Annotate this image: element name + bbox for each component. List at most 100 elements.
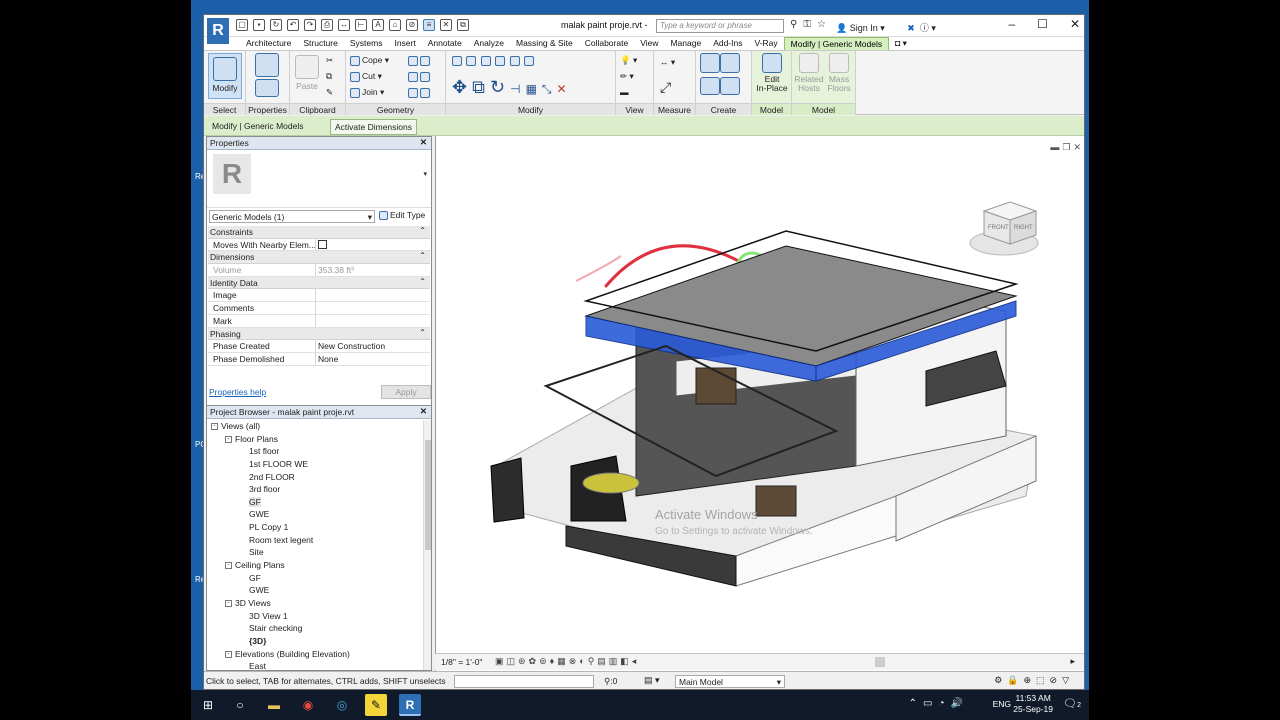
- browser-tree-item[interactable]: {3D}: [207, 636, 431, 649]
- file-explorer-icon[interactable]: ▬: [263, 694, 285, 716]
- measure-distance-icon[interactable]: ↔ ▾: [660, 57, 675, 68]
- geometry-tools-icon[interactable]: [408, 71, 432, 82]
- cope-button[interactable]: Cope ▾: [350, 55, 389, 66]
- revit-taskbar-icon[interactable]: R: [399, 694, 421, 716]
- measure-icon[interactable]: ↔: [338, 19, 350, 31]
- join-button[interactable]: Join ▾: [350, 87, 384, 98]
- modify-tools-row[interactable]: [452, 55, 536, 66]
- property-value[interactable]: New Construction: [316, 340, 430, 352]
- tab-systems[interactable]: Systems: [344, 37, 389, 50]
- cut-geometry-button[interactable]: Cut ▾: [350, 71, 382, 82]
- collapse-icon[interactable]: ⌃: [419, 328, 426, 337]
- browser-tree-item[interactable]: 1st FLOOR WE: [207, 459, 431, 472]
- browser-tree-item[interactable]: 2nd FLOOR: [207, 472, 431, 485]
- scrollbar-thumb[interactable]: [425, 440, 431, 550]
- sign-in-button[interactable]: 👤 Sign In ▾ ✖ ⓘ ▾: [836, 21, 936, 34]
- properties-button[interactable]: [255, 79, 279, 99]
- tab-massing-site[interactable]: Massing & Site: [510, 37, 579, 50]
- dimension-tool-icon[interactable]: ⤢: [660, 79, 671, 96]
- save-icon[interactable]: ▪: [253, 19, 265, 31]
- tab-collaborate[interactable]: Collaborate: [579, 37, 634, 50]
- viewcube[interactable]: FRONT RIGHT: [969, 201, 1039, 256]
- revit-logo-button[interactable]: R: [207, 18, 229, 44]
- chevron-down-icon[interactable]: ▾: [423, 170, 427, 178]
- clock[interactable]: 11:53 AM 25-Sep-19: [1013, 693, 1053, 715]
- browser-tree-item[interactable]: - Floor Plans: [207, 434, 431, 447]
- search-icon[interactable]: ○: [229, 694, 251, 716]
- close-icon[interactable]: ✕: [1070, 17, 1080, 31]
- browser-tree-item[interactable]: 3D View 1: [207, 611, 431, 624]
- switch-windows-icon[interactable]: ⧉: [457, 19, 469, 31]
- viewcube-right-label[interactable]: RIGHT: [1014, 225, 1033, 231]
- tab-structure[interactable]: Structure: [297, 37, 344, 50]
- browser-tree-item[interactable]: - Elevations (Building Elevation): [207, 649, 431, 662]
- tab-architecture[interactable]: Architecture: [240, 37, 297, 50]
- property-group[interactable]: Identity Data ⌃: [208, 276, 430, 290]
- modify-button[interactable]: Modify: [208, 53, 242, 99]
- browser-scrollbar[interactable]: [423, 420, 431, 670]
- property-group[interactable]: Phasing ⌃: [208, 327, 430, 341]
- copy-tool-icon[interactable]: ⧉: [326, 71, 332, 82]
- tab-add-ins[interactable]: Add-Ins: [707, 37, 748, 50]
- help-icon[interactable]: ⓘ: [920, 23, 929, 33]
- geometry-tools-icon[interactable]: [408, 87, 432, 98]
- redo-icon[interactable]: ↷: [304, 19, 316, 31]
- collapse-icon[interactable]: ⌃: [419, 277, 426, 286]
- browser-tree-item[interactable]: GWE: [207, 585, 431, 598]
- system-tray-icons[interactable]: ⌃▭◔🔊: [909, 698, 969, 709]
- property-value[interactable]: None: [316, 353, 430, 365]
- tab-analyze[interactable]: Analyze: [468, 37, 510, 50]
- model-canvas[interactable]: FRONT RIGHT: [436, 136, 1085, 656]
- override-icon[interactable]: ✏ ▾: [620, 71, 634, 82]
- sync-icon[interactable]: ↻: [270, 19, 282, 31]
- cut-tool-icon[interactable]: ✂: [326, 55, 333, 66]
- browser-icon[interactable]: ◎: [331, 694, 353, 716]
- mass-floors-button[interactable]: Mass Floors: [824, 53, 854, 93]
- instance-filter-select[interactable]: Generic Models (1) ▾: [209, 210, 375, 223]
- 3d-view-icon[interactable]: ⌂: [389, 19, 401, 31]
- minimize-icon[interactable]: –: [1008, 17, 1015, 31]
- type-selector-preview[interactable]: R ▾: [207, 150, 431, 208]
- tab-vray[interactable]: V-Ray: [748, 37, 783, 50]
- linework-icon[interactable]: ▬: [620, 87, 629, 97]
- scroll-right-icon[interactable]: ▸: [1070, 656, 1075, 667]
- collapse-icon[interactable]: ⌃: [419, 226, 426, 235]
- browser-tree-item[interactable]: - Views (all): [207, 421, 431, 434]
- property-value[interactable]: [316, 239, 430, 251]
- exchange-icon[interactable]: ✖: [907, 23, 915, 33]
- collapse-toggle-icon[interactable]: -: [225, 650, 232, 658]
- property-checkbox[interactable]: [318, 239, 327, 249]
- tab-annotate[interactable]: Annotate: [422, 37, 468, 50]
- type-properties-button[interactable]: [255, 53, 279, 79]
- edit-in-place-button[interactable]: Edit In-Place: [756, 53, 788, 93]
- browser-tree-item[interactable]: PL Copy 1: [207, 522, 431, 535]
- thin-lines-icon[interactable]: ≡: [423, 19, 435, 31]
- browser-tree-item[interactable]: 1st floor: [207, 446, 431, 459]
- create-parts-icon[interactable]: [700, 53, 740, 77]
- property-group[interactable]: Dimensions ⌃: [208, 251, 430, 265]
- horizontal-scroll-thumb[interactable]: [875, 657, 885, 667]
- binoculars-icon[interactable]: ⚲: [790, 19, 797, 30]
- open-icon[interactable]: ▢: [236, 19, 248, 31]
- design-option-select[interactable]: Main Model ▾: [675, 675, 785, 688]
- print-icon[interactable]: ⎙: [321, 19, 333, 31]
- modify-tools-row2[interactable]: ✥ ⧉ ↻ ⊣ ▦ ⤡ ✕: [452, 77, 567, 98]
- design-options-icon[interactable]: ▤ ▾: [644, 675, 660, 686]
- tab-view[interactable]: View: [634, 37, 664, 50]
- view-scale[interactable]: 1/8" = 1'-0": [441, 657, 482, 667]
- create-assembly-icon[interactable]: [700, 77, 740, 99]
- panel-toggle-icon[interactable]: ◘ ▾: [889, 37, 913, 50]
- undo-icon[interactable]: ↶: [287, 19, 299, 31]
- notifications-icon[interactable]: 🗨2: [1063, 697, 1081, 710]
- browser-tree-item[interactable]: GF: [207, 573, 431, 586]
- browser-tree-item[interactable]: - Ceiling Plans: [207, 560, 431, 573]
- maximize-icon[interactable]: ☐: [1037, 17, 1048, 31]
- text-icon[interactable]: A: [372, 19, 384, 31]
- collapse-toggle-icon[interactable]: -: [211, 423, 218, 431]
- hide-icon[interactable]: 💡 ▾: [620, 55, 637, 66]
- collapse-toggle-icon[interactable]: -: [225, 562, 232, 570]
- sticky-notes-icon[interactable]: ✎: [365, 694, 387, 716]
- property-value[interactable]: [316, 315, 430, 327]
- collapse-toggle-icon[interactable]: -: [225, 435, 232, 443]
- viewcube-front-label[interactable]: FRONT: [988, 225, 1009, 231]
